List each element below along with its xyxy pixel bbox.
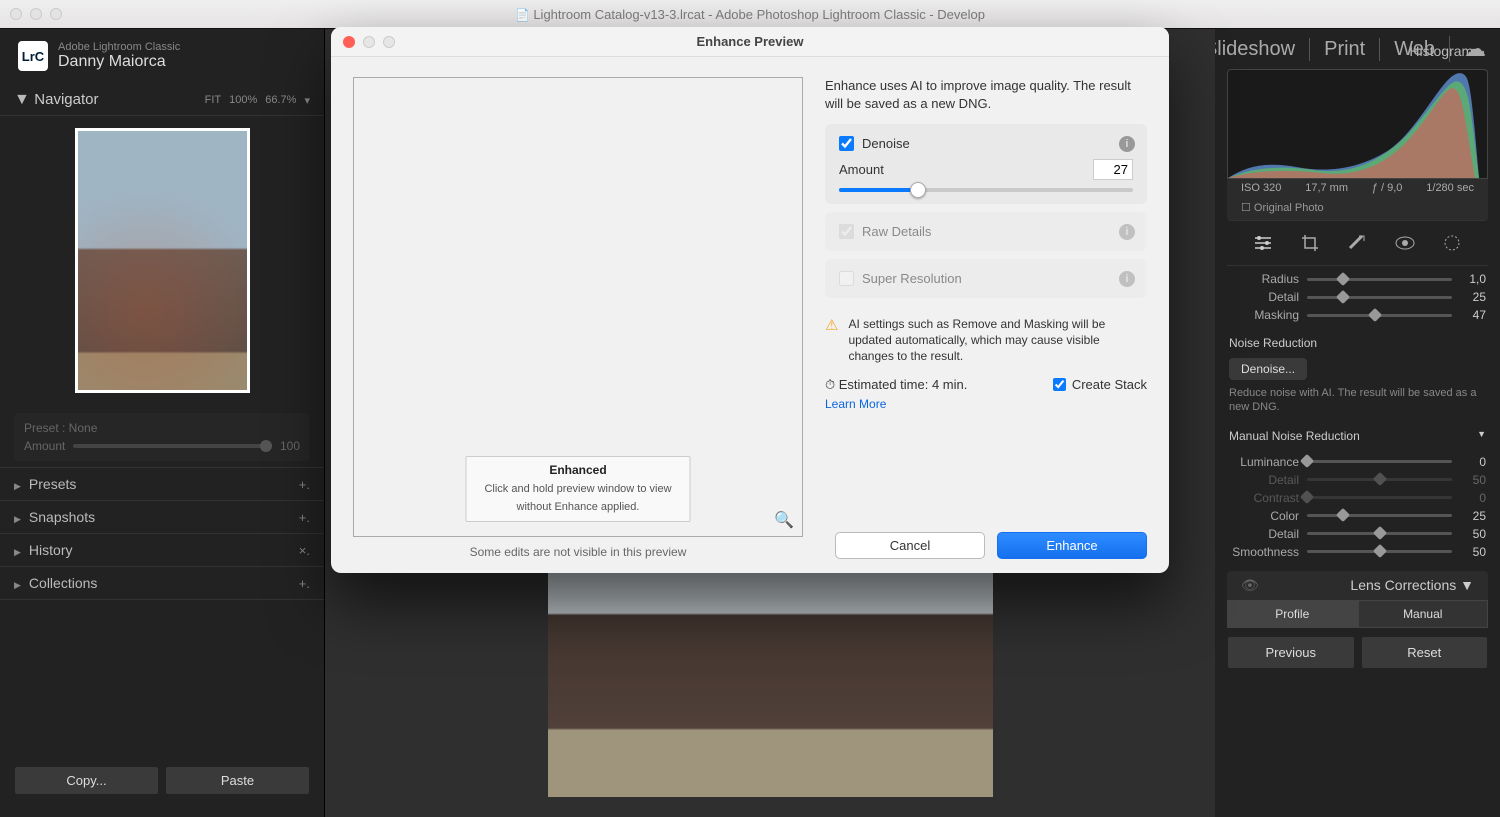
luminance-slider[interactable]: [1307, 460, 1452, 463]
reset-button[interactable]: Reset: [1361, 636, 1489, 669]
window-titlebar: Lightroom Catalog-v13-3.lrcat - Adobe Ph…: [0, 0, 1500, 28]
enhance-preview-dialog: Enhance Preview Enhanced Click and hold …: [331, 27, 1169, 573]
copy-button[interactable]: Copy...: [14, 766, 159, 795]
color-slider[interactable]: [1307, 514, 1452, 517]
presets-add-icon[interactable]: +.: [299, 477, 310, 492]
warning-icon: ⚠: [825, 316, 838, 365]
disclosure-triangle-icon[interactable]: ▼: [1477, 429, 1486, 443]
navigator-thumbnail[interactable]: [75, 128, 250, 393]
manual-nr-title: Manual Noise Reduction: [1229, 429, 1360, 443]
crop-icon[interactable]: [1296, 231, 1324, 255]
original-photo-toggle[interactable]: Original Photo: [1227, 197, 1488, 221]
history-clear-icon[interactable]: ×.: [299, 543, 310, 558]
lrc-logo-icon: LrC: [18, 41, 48, 71]
denoise-button[interactable]: Denoise...: [1229, 358, 1307, 380]
main-photo[interactable]: [548, 567, 993, 797]
edit-sliders-icon[interactable]: [1249, 231, 1277, 255]
cancel-button[interactable]: Cancel: [835, 532, 985, 559]
masking-slider[interactable]: [1307, 314, 1452, 317]
zoom-667[interactable]: 66.7%: [265, 94, 296, 107]
cloud-icon[interactable]: ☁: [1449, 36, 1486, 62]
right-panel: Histogram ▼ ISO 32017,7 mmƒ / 9,01/280 s…: [1215, 29, 1500, 817]
sharpen-sliders: Radius1,0 Detail25 Masking47: [1215, 266, 1500, 328]
super-resolution-checkbox: Super Resolution: [839, 271, 1133, 286]
preset-amount-label: Amount: [24, 439, 65, 453]
tab-manual[interactable]: Manual: [1358, 600, 1489, 628]
enhance-preview-image[interactable]: Enhanced Click and hold preview window t…: [353, 77, 803, 537]
previous-button[interactable]: Previous: [1227, 636, 1355, 669]
detail-slider[interactable]: [1307, 296, 1452, 299]
preset-picker: Preset : None Amount 100: [14, 413, 310, 461]
detail-slider[interactable]: [1307, 478, 1452, 481]
nr-helptext: Reduce noise with AI. The result will be…: [1215, 384, 1500, 423]
amount-slider[interactable]: [839, 188, 1133, 192]
zoom-dropdown-icon[interactable]: ▾: [304, 94, 310, 107]
enhance-button[interactable]: Enhance: [997, 532, 1147, 559]
heal-icon[interactable]: [1343, 231, 1371, 255]
exif-bar: ISO 32017,7 mmƒ / 9,01/280 sec: [1227, 179, 1488, 197]
mask-icon[interactable]: [1438, 231, 1466, 255]
denoise-card: i Denoise Amount: [825, 124, 1147, 204]
tab-web[interactable]: Web: [1379, 38, 1435, 61]
raw-details-checkbox: Raw Details: [839, 224, 1133, 239]
paste-button[interactable]: Paste: [165, 766, 310, 795]
estimated-time: ⏱ Estimated time: 4 min.: [825, 377, 967, 393]
preset-label[interactable]: Preset : None: [24, 421, 300, 435]
user-name: Danny Maiorca: [58, 53, 166, 70]
nr-title: Noise Reduction: [1215, 328, 1500, 354]
identity-plate: LrC Adobe Lightroom Classic Danny Maiorc…: [0, 37, 324, 75]
zoom-100[interactable]: 100%: [229, 94, 257, 107]
presets-section[interactable]: Presets+.: [0, 468, 324, 501]
window-title: Lightroom Catalog-v13-3.lrcat - Adobe Ph…: [0, 7, 1500, 22]
info-icon[interactable]: i: [1119, 271, 1135, 287]
tab-profile[interactable]: Profile: [1227, 600, 1358, 628]
navigator-header[interactable]: ▼ Navigator FIT 100% 66.7% ▾: [0, 85, 324, 116]
zoom-fit[interactable]: FIT: [205, 94, 222, 107]
dialog-title: Enhance Preview: [697, 34, 804, 49]
snapshots-section[interactable]: Snapshots+.: [0, 501, 324, 534]
smoothness-slider[interactable]: [1307, 550, 1452, 553]
preview-caption: Some edits are not visible in this previ…: [353, 537, 803, 559]
radius-slider[interactable]: [1307, 278, 1452, 281]
redeye-icon[interactable]: [1391, 231, 1419, 255]
contrast-slider[interactable]: [1307, 496, 1452, 499]
app-name: Adobe Lightroom Classic: [58, 41, 180, 53]
preview-tooltip: Enhanced Click and hold preview window t…: [466, 456, 691, 522]
dialog-traffic-lights[interactable]: [343, 36, 395, 48]
preset-amount-slider[interactable]: [73, 444, 272, 448]
create-stack-checkbox[interactable]: Create Stack: [1053, 377, 1147, 392]
lens-corrections-header[interactable]: Lens Corrections: [1350, 577, 1456, 593]
denoise-checkbox[interactable]: Denoise: [839, 136, 1133, 151]
super-resolution-card: i Super Resolution: [825, 259, 1147, 298]
raw-details-card: i Raw Details: [825, 212, 1147, 251]
info-icon[interactable]: i: [1119, 224, 1135, 240]
preset-amount-value: 100: [280, 439, 300, 453]
collections-add-icon[interactable]: +.: [299, 576, 310, 591]
learn-more-link[interactable]: Learn More: [825, 397, 1147, 411]
enhance-description: Enhance uses AI to improve image quality…: [825, 77, 1147, 112]
snapshots-add-icon[interactable]: +.: [299, 510, 310, 525]
history-section[interactable]: History×.: [0, 534, 324, 567]
collections-section[interactable]: Collections+.: [0, 567, 324, 600]
amount-label: Amount: [839, 162, 884, 177]
detail-slider[interactable]: [1307, 532, 1452, 535]
left-panel: LrC Adobe Lightroom Classic Danny Maiorc…: [0, 29, 325, 817]
ai-warning: ⚠ AI settings such as Remove and Masking…: [825, 316, 1147, 365]
info-icon[interactable]: i: [1119, 136, 1135, 152]
histogram-chart[interactable]: [1227, 69, 1488, 179]
tab-print[interactable]: Print: [1309, 38, 1365, 61]
amount-field[interactable]: [1093, 159, 1133, 180]
disclosure-triangle-icon[interactable]: ▼: [14, 91, 30, 108]
